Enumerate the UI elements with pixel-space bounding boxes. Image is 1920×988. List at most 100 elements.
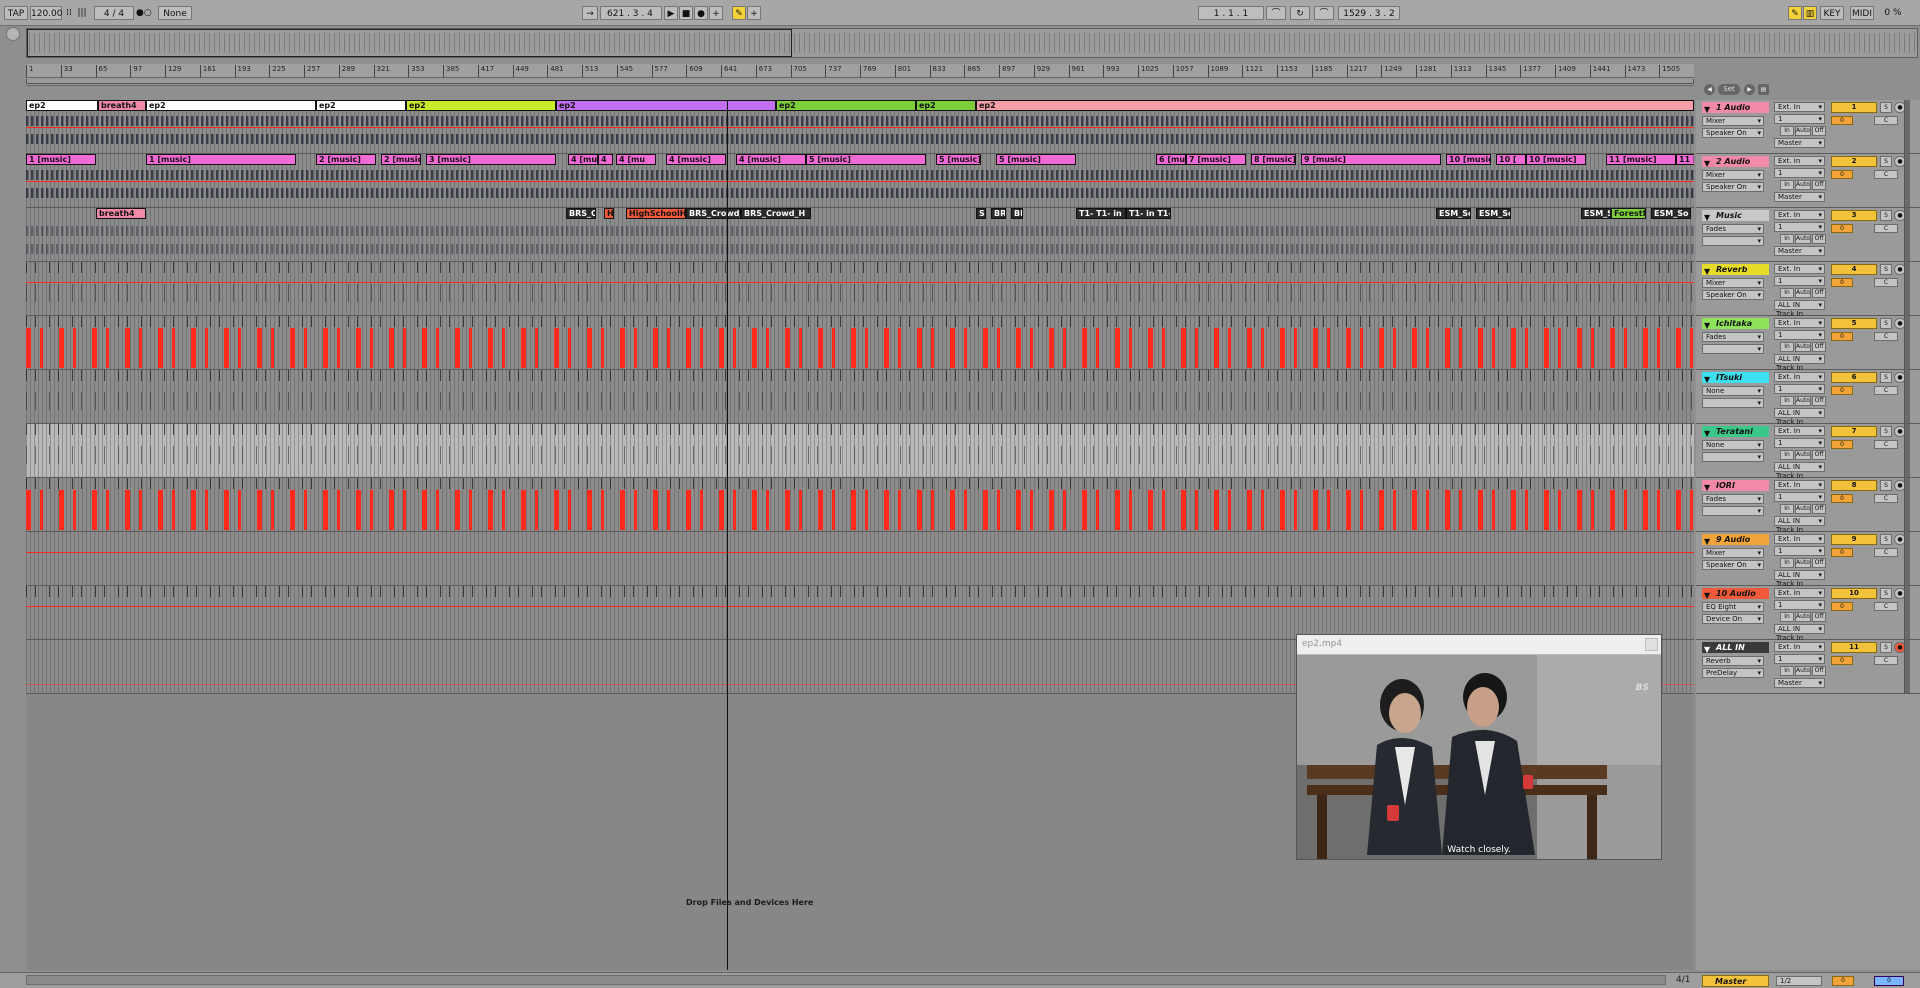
clip[interactable]: ESM_S [1581,208,1611,219]
clip[interactable]: 11 [music] [1606,154,1676,165]
loop-switch-icon[interactable]: ↻ [1290,6,1310,20]
output-routing-dropdown[interactable]: Master [1774,246,1825,256]
arrangement-overview[interactable] [26,28,1918,58]
clip[interactable]: 3 [music] [426,154,556,165]
track-volume[interactable]: 0 [1831,278,1853,287]
input-type-dropdown[interactable]: Ext. In [1774,210,1825,220]
solo-button[interactable]: S [1880,102,1892,113]
input-type-dropdown[interactable]: Ext. In [1774,264,1825,274]
clip[interactable]: H [604,208,614,219]
monitor-in-button[interactable]: In [1780,288,1794,298]
overview-view-box[interactable] [27,29,792,57]
clip[interactable]: 4 [music] [666,154,726,165]
monitor-dropdown[interactable]: None [1702,386,1764,396]
monitor-in-button[interactable]: In [1780,666,1794,676]
output-routing-dropdown[interactable]: ALL IN [1774,408,1825,418]
track-volume[interactable]: 0 [1831,170,1853,179]
clip[interactable]: BRS_Crowd_H [741,208,811,219]
track-volume[interactable]: 0 [1831,656,1853,665]
input-channel-dropdown[interactable]: 1 [1774,600,1825,610]
monitor-auto-button[interactable]: Auto [1795,234,1811,244]
clip[interactable]: 4 [music [568,154,598,165]
clip[interactable]: ep2 [556,100,776,111]
device-chooser[interactable]: Speaker On [1702,290,1764,300]
input-type-dropdown[interactable]: Ext. In [1774,480,1825,490]
device-chooser[interactable] [1702,236,1764,246]
clip[interactable]: BRS_C [566,208,596,219]
monitor-off-button[interactable]: Off [1812,666,1826,676]
track-activator[interactable]: 4 [1831,264,1877,275]
monitor-auto-button[interactable]: Auto [1795,126,1811,136]
track-lane[interactable] [26,316,1694,370]
clip[interactable]: breath4 [96,208,146,219]
output-routing-dropdown[interactable]: ALL IN [1774,516,1825,526]
track-volume[interactable]: 0 [1831,548,1853,557]
clip[interactable]: 7 [music] [1186,154,1246,165]
clip[interactable]: 6 [mu [1156,154,1186,165]
track-lane[interactable] [26,478,1694,532]
automation-line[interactable] [26,127,1694,128]
tempo-field[interactable]: 120.00 [30,6,63,20]
track-volume[interactable]: 0 [1831,440,1853,449]
monitor-auto-button[interactable]: Auto [1795,288,1811,298]
track-title[interactable]: ▼ Music [1702,210,1769,222]
pan-field[interactable]: C [1874,332,1898,341]
loop-brace[interactable] [26,79,1694,84]
fold-triangle-icon[interactable]: ▼ [1704,320,1712,330]
pan-field[interactable]: C [1874,494,1898,503]
track-lane[interactable]: 1 [music] 1 [music] 2 [music] 2 [music] 3 [m… [26,154,1694,208]
master-track-title[interactable]: Master [1702,975,1769,987]
input-channel-dropdown[interactable]: 1 [1774,384,1825,394]
midi-map-button[interactable]: MIDI [1850,6,1874,20]
fold-triangle-icon[interactable]: ▼ [1704,482,1712,492]
clip[interactable]: 2 [music] [381,154,421,165]
input-channel-dropdown[interactable]: 1 [1774,492,1825,502]
track-title[interactable]: ▼ Reverb [1702,264,1769,276]
solo-button[interactable]: S [1880,480,1892,491]
clip[interactable]: 5 [music] [806,154,926,165]
clip[interactable]: T1- T1- in [1076,208,1126,219]
fold-triangle-icon[interactable]: ▼ [1704,428,1712,438]
clip[interactable]: 9 [music] [1301,154,1441,165]
fold-triangle-icon[interactable]: ▼ [1704,266,1712,276]
fold-triangle-icon[interactable]: ▼ [1704,644,1712,654]
monitor-off-button[interactable]: Off [1812,504,1826,514]
computer-midi-keyboard-icon[interactable]: ▥ [1803,6,1817,20]
solo-button[interactable]: S [1880,264,1892,275]
device-chooser[interactable] [1702,452,1764,462]
previous-locator-icon[interactable]: ◀ [1704,84,1715,95]
automation-line[interactable] [26,606,1694,607]
monitor-off-button[interactable]: Off [1812,342,1826,352]
song-position-field[interactable]: 621 . 3 . 4 [600,6,662,20]
track-title[interactable]: ▼ ALL IN [1702,642,1769,654]
quantize-dropdown[interactable]: None [158,6,192,20]
clip[interactable]: 4 [598,154,613,165]
punch-in-icon[interactable]: ⌒ [1266,6,1286,20]
monitor-off-button[interactable]: Off [1812,396,1826,406]
monitor-off-button[interactable]: Off [1812,288,1826,298]
track-activator[interactable]: 9 [1831,534,1877,545]
solo-button[interactable]: S [1880,318,1892,329]
monitor-in-button[interactable]: In [1780,612,1794,622]
clip[interactable]: ep2 [916,100,976,111]
track-activator[interactable]: 11 [1831,642,1877,653]
output-routing-dropdown[interactable]: Master [1774,138,1825,148]
key-map-button[interactable]: KEY [1820,6,1844,20]
pan-field[interactable]: C [1874,170,1898,179]
clip[interactable]: ep2 [146,100,316,111]
monitor-dropdown[interactable]: None [1702,440,1764,450]
monitor-in-button[interactable]: In [1780,342,1794,352]
clip[interactable]: ep2 [26,100,98,111]
punch-out-icon[interactable]: ⌒ [1314,6,1334,20]
pan-field[interactable]: C [1874,548,1898,557]
track-activator[interactable]: 2 [1831,156,1877,167]
pan-field[interactable]: C [1874,386,1898,395]
monitor-dropdown[interactable]: Fades [1702,332,1764,342]
clip[interactable]: 4 [mu [616,154,656,165]
metronome-icon[interactable]: ●○ [136,6,152,20]
loop-length-field[interactable]: 1529 . 3 . 2 [1338,6,1400,20]
monitor-dropdown[interactable]: Mixer [1702,170,1764,180]
fold-triangle-icon[interactable]: ▼ [1704,104,1712,114]
output-routing-dropdown[interactable]: ALL IN [1774,570,1825,580]
clip[interactable]: 10 [ [1496,154,1526,165]
